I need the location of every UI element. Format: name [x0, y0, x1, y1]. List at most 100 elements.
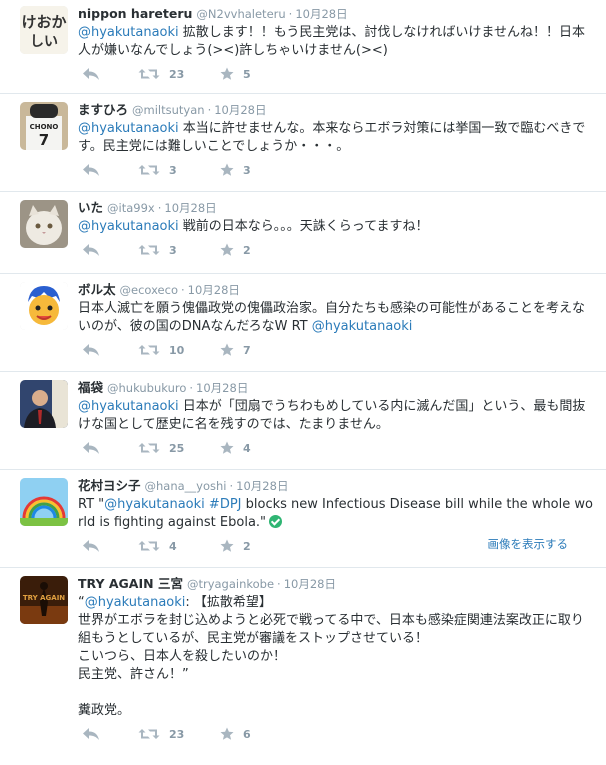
- avatar[interactable]: [20, 200, 68, 248]
- tweet-header: 福袋 @hukubukuro · 10月28日: [78, 380, 596, 396]
- hashtag-link[interactable]: #DPJ: [209, 497, 242, 512]
- favorite-button[interactable]: 7: [220, 343, 251, 357]
- separator: ·: [180, 283, 185, 297]
- avatar[interactable]: [20, 478, 68, 526]
- timestamp[interactable]: 10月28日: [284, 577, 336, 591]
- reply-button[interactable]: [82, 163, 109, 177]
- tweet-body: : 【拡散希望】 世界がエボラを封じ込めようと必死で戦ってる中で、日本も感染症関…: [78, 595, 584, 718]
- retweet-button[interactable]: 25: [138, 441, 184, 455]
- reply-button[interactable]: [82, 343, 109, 357]
- favorite-button[interactable]: 2: [220, 539, 251, 553]
- avatar[interactable]: [20, 282, 68, 330]
- author-handle[interactable]: @hukubukuro: [107, 381, 186, 395]
- timestamp[interactable]: 10月28日: [164, 201, 216, 215]
- favorite-button[interactable]: 6: [220, 727, 251, 741]
- retweet-button[interactable]: 3: [138, 163, 177, 177]
- separator: ·: [189, 381, 194, 395]
- reply-button[interactable]: [82, 727, 109, 741]
- author-handle[interactable]: @ecoxeco: [120, 283, 178, 297]
- author-handle[interactable]: @miltsutyan: [132, 103, 205, 117]
- separator: ·: [157, 201, 162, 215]
- tweet: 花村ヨシ子 @hana__yoshi · 10月28日 RT "@hyakutanao…: [0, 470, 606, 568]
- reply-icon: [82, 67, 100, 81]
- favorite-button[interactable]: 5: [220, 67, 251, 81]
- favorite-button[interactable]: 3: [220, 163, 251, 177]
- mention-link[interactable]: @hyakutanaoki: [85, 595, 186, 610]
- retweet-count: 3: [169, 163, 177, 177]
- tweet-header: いた @ita99x · 10月28日: [78, 200, 596, 216]
- avatar[interactable]: TRY AGAIN: [20, 576, 68, 624]
- timestamp[interactable]: 10月28日: [236, 479, 288, 493]
- favorite-button[interactable]: 2: [220, 243, 251, 257]
- retweet-button[interactable]: 10: [138, 343, 184, 357]
- retweet-button[interactable]: 23: [138, 727, 184, 741]
- timestamp[interactable]: 10月28日: [295, 7, 347, 21]
- reply-button[interactable]: [82, 539, 109, 553]
- tweet-header: nippon hareteru @N2vvhaleteru · 10月28日: [78, 6, 596, 22]
- author-name[interactable]: ボル太: [78, 282, 116, 297]
- tweet-prefix: RT ": [78, 497, 105, 512]
- favorite-count: 2: [243, 243, 251, 257]
- svg-text:しい: しい: [30, 34, 58, 50]
- timestamp[interactable]: 10月28日: [188, 283, 240, 297]
- tweet-actions: 25 4: [78, 434, 596, 464]
- svg-text:7: 7: [39, 131, 49, 149]
- retweet-icon: [138, 343, 160, 357]
- favorite-count: 6: [243, 727, 251, 741]
- verified-check-icon: [269, 515, 283, 528]
- mention-link[interactable]: @hyakutanaoki: [78, 219, 179, 234]
- author-handle[interactable]: @tryagainkobe: [187, 577, 274, 591]
- retweet-button[interactable]: 4: [138, 539, 177, 553]
- avatar[interactable]: けおか しい: [20, 6, 68, 54]
- tweet-text: “@hyakutanaoki: 【拡散希望】 世界がエボラを封じ込めようと必死で…: [78, 594, 596, 720]
- retweet-count: 4: [169, 539, 177, 553]
- reply-button[interactable]: [82, 67, 109, 81]
- author-name[interactable]: 花村ヨシ子: [78, 478, 141, 493]
- favorite-button[interactable]: 4: [220, 441, 251, 455]
- favorite-count: 7: [243, 343, 251, 357]
- favorite-count: 3: [243, 163, 251, 177]
- author-name[interactable]: 福袋: [78, 380, 103, 395]
- retweet-button[interactable]: 23: [138, 67, 184, 81]
- tweet: CHONO 7 ますひろ @miltsutyan · 10月28日 @hyakutan…: [0, 94, 606, 192]
- tweet-actions: 23 6: [78, 720, 596, 750]
- view-media-link[interactable]: 画像を表示する: [488, 536, 569, 552]
- author-handle[interactable]: @N2vvhaleteru: [196, 7, 285, 21]
- retweet-button[interactable]: 3: [138, 243, 177, 257]
- author-handle[interactable]: @hana__yoshi: [145, 479, 227, 493]
- author-name[interactable]: nippon hareteru: [78, 6, 192, 21]
- reply-icon: [82, 163, 100, 177]
- tweet-actions: 4 2 画像を表示する: [78, 532, 596, 562]
- svg-text:けおか: けおか: [21, 13, 66, 31]
- author-name[interactable]: TRY AGAIN 三宮: [78, 576, 183, 591]
- tweet-text: @hyakutanaoki 本当に許せませんな。本来ならエボラ対策には挙国一致で…: [78, 120, 596, 156]
- tweet-header: TRY AGAIN 三宮 @tryagainkobe · 10月28日: [78, 576, 596, 592]
- timestamp[interactable]: 10月28日: [196, 381, 248, 395]
- tweet: ボル太 @ecoxeco · 10月28日 日本人滅亡を願う傀儡政党の傀儡政治家。自分…: [0, 274, 606, 372]
- author-handle[interactable]: @ita99x: [107, 201, 155, 215]
- author-name[interactable]: いた: [78, 200, 103, 215]
- reply-button[interactable]: [82, 243, 109, 257]
- reply-button[interactable]: [82, 441, 109, 455]
- favorite-count: 2: [243, 539, 251, 553]
- tweet-header: ボル太 @ecoxeco · 10月28日: [78, 282, 596, 298]
- favorite-count: 5: [243, 67, 251, 81]
- author-name[interactable]: ますひろ: [78, 102, 128, 117]
- mention-link[interactable]: @hyakutanaoki: [78, 399, 179, 414]
- favorite-icon: [220, 727, 234, 741]
- mention-link[interactable]: @hyakutanaoki: [312, 319, 413, 334]
- tweet-body: 戦前の日本なら。。。天誅くらってますね！: [178, 219, 429, 234]
- svg-text:CHONO: CHONO: [30, 123, 59, 131]
- mention-link[interactable]: @hyakutanaoki: [78, 25, 179, 40]
- separator: ·: [207, 103, 212, 117]
- retweet-count: 25: [169, 441, 185, 455]
- tweet-actions: 3 3: [78, 156, 596, 186]
- retweet-icon: [138, 441, 160, 455]
- reply-icon: [82, 441, 100, 455]
- mention-link[interactable]: @hyakutanaoki: [78, 121, 179, 136]
- tweet-text: RT "@hyakutanaoki #DPJ blocks new Infect…: [78, 496, 596, 532]
- avatar[interactable]: CHONO 7: [20, 102, 68, 150]
- mention-link[interactable]: @hyakutanaoki: [104, 497, 205, 512]
- avatar[interactable]: [20, 380, 68, 428]
- timestamp[interactable]: 10月28日: [214, 103, 266, 117]
